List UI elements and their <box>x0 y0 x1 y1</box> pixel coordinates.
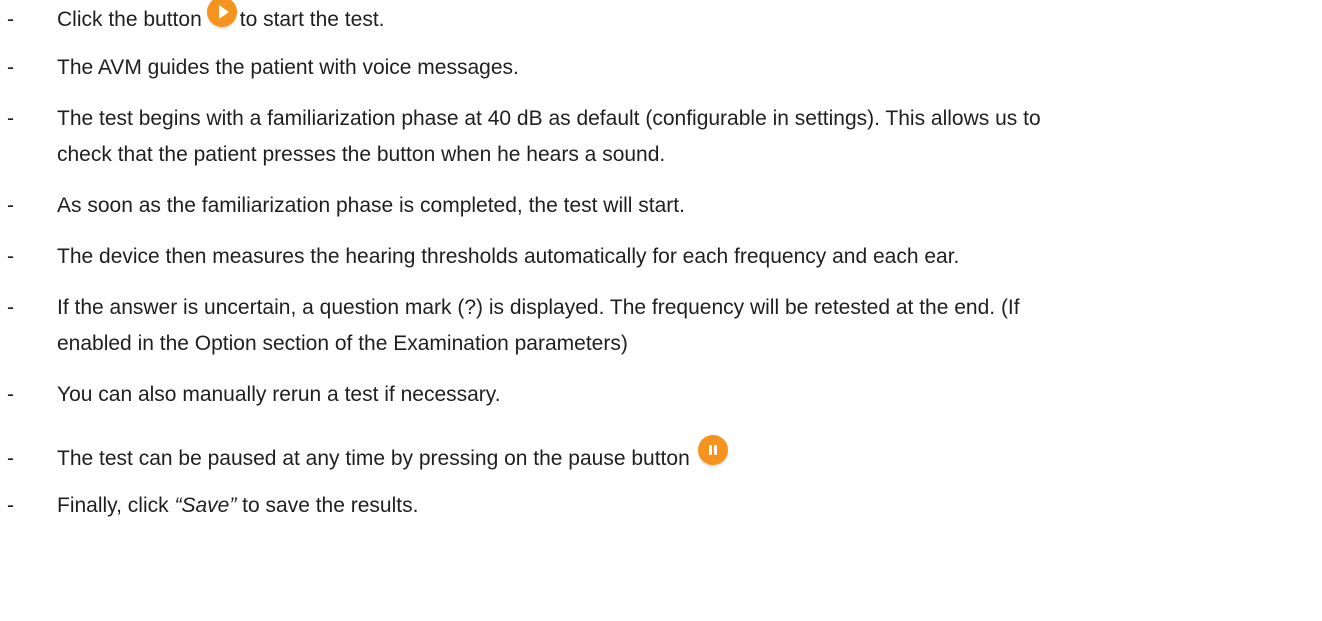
instruction-line: Finally, click “Save” to save the result… <box>57 488 418 524</box>
bullet-dash: - <box>7 245 14 268</box>
bullet-dash: - <box>7 447 14 470</box>
bullet-dash: - <box>7 8 14 31</box>
bullet-dash: - <box>7 194 14 217</box>
bullet-dash: - <box>7 494 14 517</box>
instruction-text-line-2: check that the patient presses the butto… <box>57 143 666 166</box>
instruction-text-after-icon: to start the test. <box>239 8 385 31</box>
instruction-text-before-emphasis: Finally, click <box>57 494 175 517</box>
instruction-text: You can also manually rerun a test if ne… <box>57 383 501 406</box>
instruction-text-before-icon: The test can be paused at any time by pr… <box>57 447 690 470</box>
bullet-dash: - <box>7 56 14 79</box>
instruction-text: The device then measures the hearing thr… <box>57 245 960 268</box>
instruction-text: The AVM guides the patient with voice me… <box>57 56 519 79</box>
play-icon <box>206 0 237 28</box>
instruction-text-line-2: enabled in the Option section of the Exa… <box>57 332 628 355</box>
bullet-dash: - <box>7 383 14 406</box>
bullet-dash: - <box>7 107 14 130</box>
instruction-text-before-icon: Click the button <box>57 8 202 31</box>
instruction-document: - Click the button to start the test. - T… <box>0 0 1322 621</box>
instruction-line: Click the button to start the test. <box>57 0 385 38</box>
pause-icon <box>697 435 728 466</box>
instruction-text-after-emphasis: to save the results. <box>236 494 419 517</box>
instruction-text-line-1: If the answer is uncertain, a question m… <box>57 296 1020 319</box>
instruction-text: As soon as the familiarization phase is … <box>57 194 685 217</box>
instruction-text-line-1: The test begins with a familiarization p… <box>57 107 1041 130</box>
save-emphasis-text: “Save” <box>174 494 237 517</box>
bullet-dash: - <box>7 296 14 319</box>
instruction-line: The test can be paused at any time by pr… <box>57 435 728 477</box>
